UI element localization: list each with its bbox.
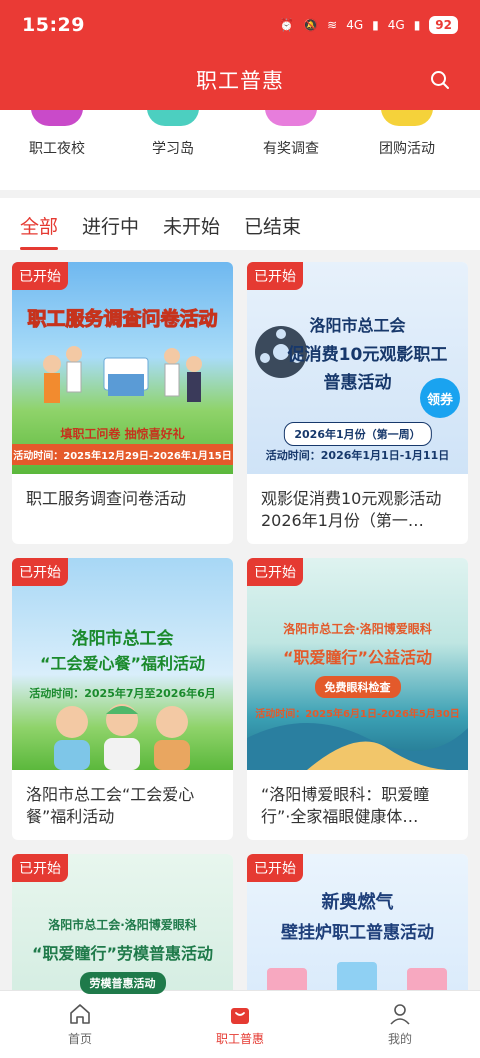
activity-title: “洛阳博爱眼科：职爱瞳行”·全家福眼健康体… bbox=[261, 785, 430, 826]
activity-image: 已开始 职工服务调查问卷活动 填职工问卷 抽惊喜好礼 活动时间：2025年12月… bbox=[12, 262, 233, 474]
nav-label: 职工普惠 bbox=[215, 1032, 264, 1046]
page-title: 职工普惠 bbox=[196, 69, 284, 93]
category-label: 团购活动 bbox=[379, 141, 435, 157]
activity-card[interactable]: 已开始 洛阳市总工会·洛阳博爱眼科 “职爱瞳行”公益活动 免费眼科检查 活动时间… bbox=[247, 558, 468, 840]
illustration-workers bbox=[54, 704, 190, 770]
signal-4g-label-2: 4G bbox=[387, 18, 405, 32]
nav-profile[interactable]: 我的 bbox=[320, 991, 480, 1058]
image-line2: “工会爱心餐”福利活动 bbox=[39, 654, 206, 673]
activity-image: 已开始 洛阳市总工会 促消费10元观影职工 普惠活动 领券 2026年1月份（第… bbox=[247, 262, 468, 474]
search-icon[interactable] bbox=[430, 70, 450, 90]
signal-4g-label-1: 4G bbox=[346, 18, 364, 32]
activity-title: 观影促消费10元观影活动2026年1月份（第一… bbox=[261, 489, 442, 530]
image-line2: 壁挂炉职工普惠活动 bbox=[281, 923, 434, 943]
image-period: 2026年1月份（第一周） bbox=[283, 422, 432, 446]
category-icon bbox=[147, 110, 199, 126]
status-badge: 已开始 bbox=[12, 558, 68, 586]
image-headline: 职工服务调查问卷活动 bbox=[27, 308, 218, 331]
app-header: 15:29 ⏰ 🔕 ≋ 4G ▮ 4G ▮ 92 职工普惠 bbox=[0, 0, 480, 110]
shopping-bag-icon bbox=[231, 1008, 249, 1024]
category-item-night-school[interactable]: 职工夜校 bbox=[2, 110, 112, 158]
image-line2: “职爱瞳行”公益活动 bbox=[282, 648, 433, 667]
filter-tabs: 全部 进行中 未开始 已结束 bbox=[0, 190, 480, 250]
battery-indicator: 92 bbox=[429, 16, 458, 34]
activity-title: 洛阳市总工会“工会爱心餐”福利活动 bbox=[26, 785, 195, 826]
category-item-survey[interactable]: 有奖调查 bbox=[236, 110, 346, 158]
image-date: 活动时间：2025年12月29日-2026年1月15日 bbox=[12, 444, 233, 465]
image-date: 活动时间：2026年1月1日-1月11日 bbox=[265, 449, 450, 462]
status-badge: 已开始 bbox=[247, 558, 303, 586]
image-pill: 劳模普惠活动 bbox=[79, 972, 166, 994]
tab-ongoing[interactable]: 进行中 bbox=[82, 198, 139, 250]
tab-ended[interactable]: 已结束 bbox=[244, 198, 301, 250]
activity-card[interactable]: 已开始 洛阳市总工会 促消费10元观影职工 普惠活动 领券 2026年1月份（第… bbox=[247, 262, 468, 544]
title-bar: 职工普惠 bbox=[0, 50, 480, 110]
category-icon bbox=[381, 110, 433, 126]
tab-all[interactable]: 全部 bbox=[20, 198, 59, 250]
wifi-icon: ≋ bbox=[327, 18, 338, 32]
image-date: 活动时间：2025年7月至2026年6月 bbox=[29, 687, 216, 700]
category-icon bbox=[265, 110, 317, 126]
status-bar: 15:29 ⏰ 🔕 ≋ 4G ▮ 4G ▮ 92 bbox=[0, 0, 480, 50]
status-badge: 已开始 bbox=[247, 854, 303, 882]
image-pill: 免费眼科检查 bbox=[314, 676, 401, 698]
category-label: 职工夜校 bbox=[29, 141, 85, 157]
nav-home[interactable]: 首页 bbox=[0, 991, 160, 1058]
image-line1: 洛阳市总工会·洛阳博爱眼科 bbox=[283, 622, 432, 636]
user-icon bbox=[390, 1004, 410, 1025]
status-icons: ⏰ 🔕 ≋ 4G ▮ 4G ▮ 92 bbox=[279, 16, 458, 34]
image-line1: 新奥燃气 bbox=[321, 892, 394, 913]
activity-image: 已开始 洛阳市总工会 “工会爱心餐”福利活动 活动时间：2025年7月至2026… bbox=[12, 558, 233, 770]
signal-bars-icon-1: ▮ bbox=[372, 18, 379, 32]
activity-title: 职工服务调查问卷活动 bbox=[26, 489, 187, 508]
activity-image: 已开始 洛阳市总工会·洛阳博爱眼科 “职爱瞳行”公益活动 免费眼科检查 活动时间… bbox=[247, 558, 468, 770]
mute-icon: 🔕 bbox=[303, 18, 319, 32]
category-item-study-island[interactable]: 学习岛 bbox=[118, 110, 228, 158]
signal-bars-icon-2: ▮ bbox=[413, 18, 421, 32]
image-line1: 洛阳市总工会 bbox=[71, 629, 174, 649]
category-label: 学习岛 bbox=[152, 141, 194, 157]
image-subtitle: 填职工问卷 抽惊喜好礼 bbox=[60, 427, 185, 441]
nav-label: 首页 bbox=[67, 1032, 92, 1046]
status-badge: 已开始 bbox=[247, 262, 303, 290]
image-line2: “职爱瞳行”劳模普惠活动 bbox=[31, 944, 214, 963]
category-item-group-buy[interactable]: 团购活动 bbox=[352, 110, 462, 158]
image-line2: 促消费10元观影职工 bbox=[287, 345, 448, 365]
nav-benefits[interactable]: 职工普惠 bbox=[160, 991, 320, 1058]
tab-not-started[interactable]: 未开始 bbox=[163, 198, 220, 250]
category-label: 有奖调查 bbox=[263, 141, 319, 157]
activity-card[interactable]: 已开始 洛阳市总工会 “工会爱心餐”福利活动 活动时间：2025年7月至2026… bbox=[12, 558, 233, 840]
bottom-nav: 首页 职工普惠 我的 bbox=[0, 990, 480, 1058]
alarm-icon: ⏰ bbox=[279, 18, 295, 32]
status-badge: 已开始 bbox=[12, 262, 68, 290]
image-line1: 洛阳市总工会·洛阳博爱眼科 bbox=[48, 918, 197, 932]
home-icon bbox=[70, 1004, 90, 1024]
status-badge: 已开始 bbox=[12, 854, 68, 882]
nav-label: 我的 bbox=[387, 1032, 412, 1046]
image-date: 活动时间：2025年6月1日-2026年5月30日 bbox=[255, 709, 460, 720]
status-time: 15:29 bbox=[22, 14, 85, 36]
coupon-icon: 领券 bbox=[420, 378, 460, 418]
category-strip: 职工夜校 学习岛 有奖调查 团购活动 bbox=[0, 110, 480, 190]
activity-card[interactable]: 已开始 职工服务调查问卷活动 填职工问卷 抽惊喜好礼 活动时间：2025年12月… bbox=[12, 262, 233, 544]
image-line1: 洛阳市总工会 bbox=[309, 316, 406, 335]
category-icon bbox=[31, 110, 83, 126]
